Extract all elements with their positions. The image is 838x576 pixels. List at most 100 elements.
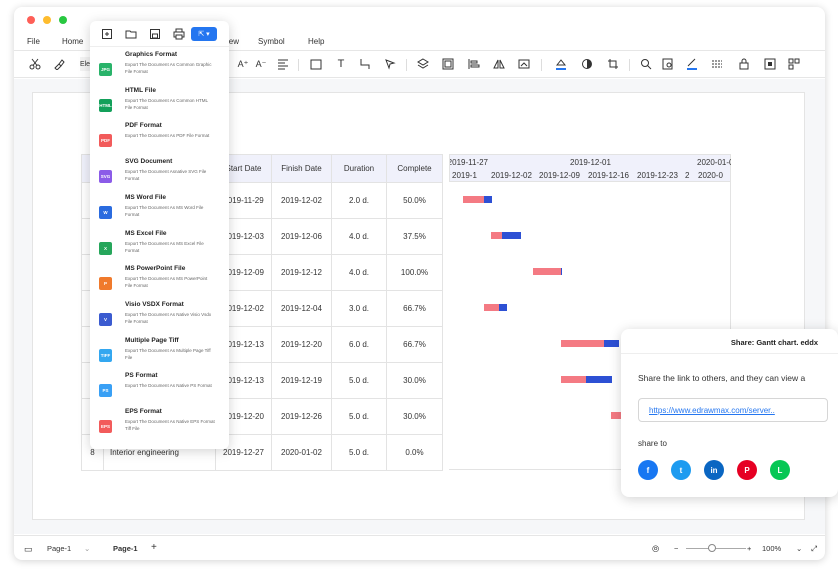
- close-window-button[interactable]: [27, 16, 35, 24]
- export-item-title: EPS Format: [125, 408, 162, 415]
- export-menu-item[interactable]: SVG SVG Document Export The Document Asnat…: [90, 157, 229, 192]
- image-icon[interactable]: [517, 57, 531, 71]
- export-item-description: Export The Document As Common Graphic Fi…: [125, 62, 212, 74]
- lock-icon[interactable]: [736, 57, 752, 71]
- save-icon[interactable]: [149, 28, 161, 40]
- crop-icon[interactable]: [604, 57, 622, 71]
- export-menu-item[interactable]: HTML HTML File Export The Document As Comm…: [90, 86, 229, 121]
- rectangle-icon[interactable]: [309, 57, 323, 71]
- export-icon[interactable]: ⇱ ▾: [191, 27, 217, 41]
- align-left-icon[interactable]: [467, 57, 481, 71]
- gantt-bar-remaining: [586, 376, 612, 383]
- format-painter-icon[interactable]: [52, 57, 66, 71]
- search-icon[interactable]: [639, 57, 653, 71]
- percent-complete: 66.7%: [386, 326, 443, 363]
- export-menu-item[interactable]: EPS EPS Format Export The Document As Nati…: [90, 407, 229, 442]
- chevron-down-icon[interactable]: ⌄: [84, 544, 90, 553]
- gantt-bar-remaining: [499, 304, 507, 311]
- add-page-icon[interactable]: +: [151, 542, 157, 553]
- timeline-week-label: 2019-12-16: [588, 171, 629, 180]
- export-item-description: Export The Document As Common HTML File …: [125, 97, 208, 110]
- menu-help[interactable]: Help: [308, 37, 324, 46]
- fill-color-icon[interactable]: [552, 57, 570, 71]
- export-menu-item[interactable]: JPG Graphics Format Export The Document As…: [90, 50, 229, 85]
- flip-icon[interactable]: [492, 57, 506, 71]
- facebook-icon[interactable]: f: [638, 460, 658, 480]
- page-view-icon[interactable]: ▭: [24, 544, 33, 555]
- minimize-window-button[interactable]: [43, 16, 51, 24]
- line-icon[interactable]: L: [770, 460, 790, 480]
- menu-file[interactable]: File: [27, 37, 40, 46]
- zoom-in-icon[interactable]: +: [747, 544, 751, 553]
- page-tab[interactable]: Page-1: [113, 544, 138, 553]
- line-color-icon[interactable]: [683, 57, 701, 71]
- file-format-icon: TIFF: [99, 348, 112, 362]
- finish-date: 2019-12-20: [271, 326, 332, 363]
- file-format-icon: EPS: [99, 420, 112, 433]
- text-tool-icon[interactable]: T: [334, 57, 348, 71]
- export-item-title: Graphics Format: [125, 51, 178, 58]
- gantt-bar-remaining: [604, 340, 619, 347]
- layers-icon[interactable]: [416, 57, 430, 71]
- export-menu-item[interactable]: PS PS Format Export The Document As Native…: [90, 371, 229, 406]
- maximize-window-button[interactable]: [59, 16, 67, 24]
- export-menu-item[interactable]: W MS Word File Export The Document As MS W…: [90, 193, 229, 228]
- export-menu-item[interactable]: X MS Excel File Export The Document As MS …: [90, 229, 229, 264]
- shadow-icon[interactable]: [578, 57, 596, 71]
- more-tools-icon[interactable]: [786, 57, 802, 71]
- duration: 6.0 d.: [331, 326, 387, 363]
- cut-icon[interactable]: [28, 57, 42, 71]
- group-icon[interactable]: [441, 57, 455, 71]
- fullscreen-icon[interactable]: ⦾: [652, 544, 659, 555]
- print-icon[interactable]: [173, 28, 185, 40]
- linkedin-icon[interactable]: in: [704, 460, 724, 480]
- file-format-icon: X: [99, 241, 112, 255]
- zoom-level[interactable]: 100%: [762, 544, 781, 553]
- page-select[interactable]: Page-1: [47, 544, 71, 553]
- zoom-slider-handle[interactable]: [708, 544, 716, 552]
- export-item-description: Export The Document As Multiple Page Tif…: [125, 347, 211, 360]
- expand-icon[interactable]: ⤢: [811, 544, 817, 554]
- gantt-bar-done: [463, 196, 484, 203]
- duration: 5.0 d.: [331, 398, 387, 435]
- duration: 5.0 d.: [331, 434, 387, 471]
- finish-date: 2020-01-02: [271, 434, 332, 471]
- zoom-slider[interactable]: [686, 548, 746, 549]
- export-menu-item[interactable]: TIFF Multiple Page Tiff Export The Documen…: [90, 336, 229, 371]
- share-link-field[interactable]: https://www.edrawmax.com/server..: [638, 398, 828, 422]
- file-format-icon: P: [99, 277, 112, 291]
- export-menu-item[interactable]: V Visio VSDX Format Export The Document As…: [90, 300, 229, 335]
- export-menu-item[interactable]: PDF PDF Format Export The Document As PDF …: [90, 121, 229, 156]
- chevron-down-icon[interactable]: ⌄: [796, 544, 802, 553]
- export-item-title: MS PowerPoint File: [125, 265, 186, 273]
- new-icon[interactable]: [101, 28, 113, 40]
- connector-icon[interactable]: [358, 57, 372, 71]
- increase-font-icon[interactable]: A⁺: [236, 57, 250, 71]
- fit-page-icon[interactable]: [763, 57, 777, 71]
- export-item-title: MS Excel File: [125, 229, 167, 237]
- menu-symbol[interactable]: Symbol: [258, 37, 285, 46]
- timeline-week-label: 2020-0: [698, 171, 723, 180]
- align-text-icon[interactable]: [274, 57, 292, 71]
- share-dialog: Share: Gantt chart. eddx Share the link …: [621, 329, 838, 497]
- finish-date: 2019-12-26: [271, 398, 332, 435]
- open-folder-icon[interactable]: [125, 28, 137, 40]
- pinterest-icon[interactable]: P: [737, 460, 757, 480]
- zoom-out-icon[interactable]: −: [674, 544, 678, 553]
- file-format-icon: PS: [99, 384, 112, 398]
- menu-home[interactable]: Home: [62, 37, 83, 46]
- finish-date: 2019-12-19: [271, 362, 332, 399]
- export-item-description: Export The Document Asnative SVG File Fo…: [125, 169, 207, 182]
- timeline-week-label: 2019-12-02: [491, 171, 532, 180]
- export-item-title: MS Word File: [125, 193, 167, 201]
- decrease-font-icon[interactable]: A⁻: [254, 57, 268, 71]
- file-format-icon: JPG: [99, 63, 112, 76]
- line-style-icon[interactable]: [710, 57, 724, 71]
- pointer-icon[interactable]: [383, 57, 397, 71]
- export-menu-toolbar: ⇱ ▾: [90, 21, 229, 47]
- twitter-icon[interactable]: t: [671, 460, 691, 480]
- font-family-select[interactable]: Ele: [80, 57, 90, 71]
- find-replace-icon[interactable]: [661, 57, 675, 71]
- export-menu-item[interactable]: P MS PowerPoint File Export The Document A…: [90, 264, 229, 299]
- percent-complete: 50.0%: [386, 182, 443, 219]
